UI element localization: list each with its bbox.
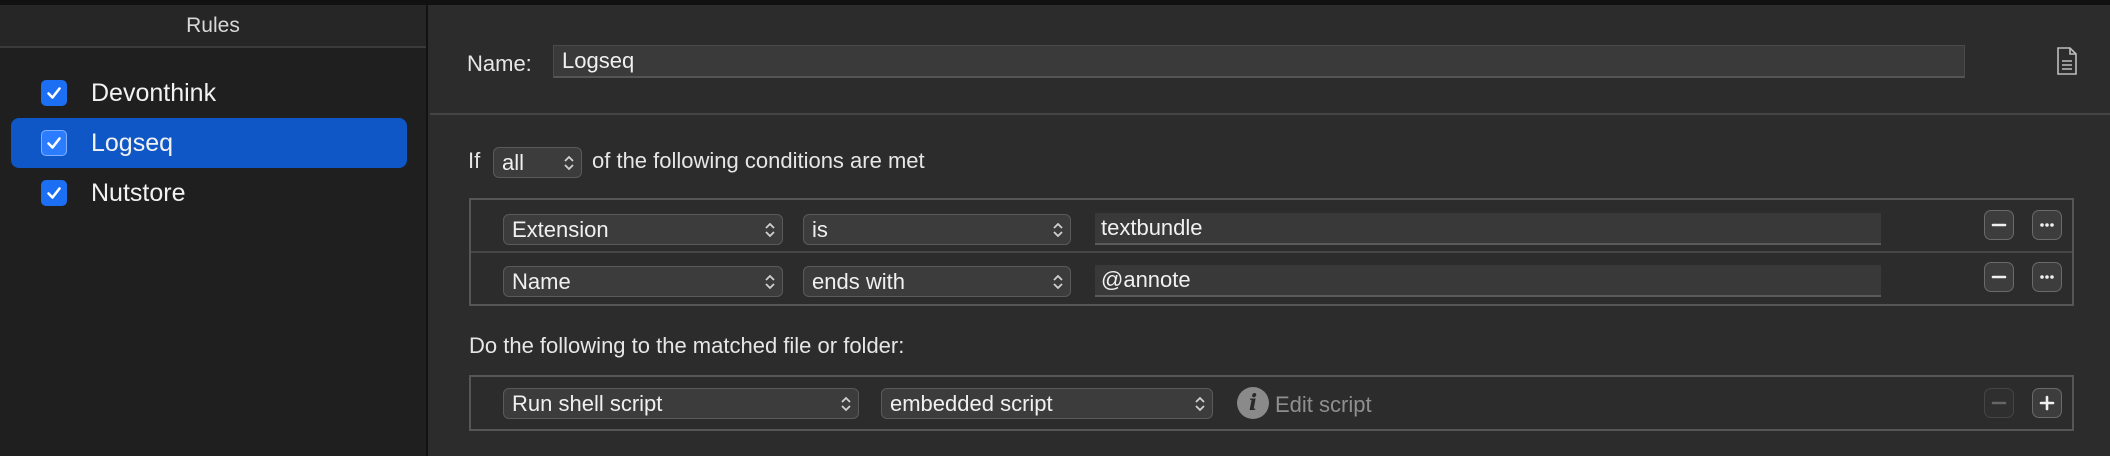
- conditions-prefix: If: [468, 148, 481, 173]
- updown-chevrons-icon: [765, 222, 775, 238]
- ellipsis-icon: [2040, 275, 2054, 279]
- rule-label: Devonthink: [91, 78, 217, 107]
- rule-label: Logseq: [91, 128, 174, 157]
- condition-operator-value: is: [812, 216, 828, 242]
- conditions-suffix: of the following conditions are met: [592, 148, 925, 173]
- minus-icon: [1991, 401, 2007, 405]
- remove-condition-button[interactable]: [1984, 210, 2014, 240]
- name-field[interactable]: Logseq: [553, 45, 1965, 78]
- more-condition-button[interactable]: [2032, 210, 2062, 240]
- checkmark-icon: [47, 187, 61, 199]
- actions-list: Run shell script embedded script i Edit …: [469, 375, 2074, 431]
- updown-chevrons-icon: [765, 274, 775, 290]
- rule-checkbox[interactable]: [41, 180, 67, 206]
- condition-attribute-value: Extension: [512, 216, 609, 242]
- condition-operator-popup[interactable]: ends with: [803, 266, 1071, 297]
- sidebar-header: Rules: [0, 5, 426, 48]
- updown-chevrons-icon: [841, 396, 851, 412]
- condition-operator-popup[interactable]: is: [803, 214, 1071, 245]
- condition-attribute-value: Name: [512, 268, 571, 294]
- rule-checkbox[interactable]: [41, 80, 67, 106]
- document-icon[interactable]: [2056, 47, 2078, 75]
- rules-sidebar: Rules Devonthink Logseq Nutstore: [0, 5, 428, 456]
- rule-item-logseq[interactable]: Logseq: [11, 118, 407, 168]
- add-action-button[interactable]: [2032, 388, 2062, 418]
- actions-label: Do the following to the matched file or …: [469, 333, 905, 358]
- more-condition-button[interactable]: [2032, 262, 2062, 292]
- script-source-popup[interactable]: embedded script: [881, 388, 1213, 419]
- rule-item-nutstore[interactable]: Nutstore: [11, 168, 407, 218]
- condition-value-field[interactable]: @annote: [1095, 265, 1881, 297]
- rule-checkbox[interactable]: [41, 130, 67, 156]
- updown-chevrons-icon: [1195, 396, 1205, 412]
- rule-editor: Name: Logseq If all of the following con…: [430, 5, 2110, 456]
- remove-condition-button[interactable]: [1984, 262, 2014, 292]
- condition-operator-value: ends with: [812, 268, 905, 294]
- edit-script-link[interactable]: Edit script: [1275, 392, 1372, 418]
- action-type-value: Run shell script: [512, 390, 663, 416]
- updown-chevrons-icon: [1053, 274, 1063, 290]
- condition-attribute-popup[interactable]: Name: [503, 266, 783, 297]
- condition-attribute-popup[interactable]: Extension: [503, 214, 783, 245]
- checkmark-icon: [47, 137, 61, 149]
- name-label: Name:: [467, 51, 532, 76]
- updown-chevrons-icon: [1053, 222, 1063, 238]
- row-divider: [471, 251, 2072, 253]
- minus-icon: [1991, 223, 2007, 227]
- ellipsis-icon: [2040, 223, 2054, 227]
- remove-action-button[interactable]: [1984, 388, 2014, 418]
- checkmark-icon: [47, 87, 61, 99]
- minus-icon: [1991, 275, 2007, 279]
- match-mode-value: all: [502, 149, 525, 175]
- info-icon[interactable]: i: [1237, 387, 1269, 419]
- rule-item-devonthink[interactable]: Devonthink: [11, 68, 407, 118]
- script-source-value: embedded script: [890, 390, 1053, 416]
- match-mode-popup[interactable]: all: [493, 147, 582, 178]
- name-section: Name: Logseq: [430, 5, 2110, 115]
- plus-icon: [2039, 395, 2055, 411]
- conditions-list: Extension is textbundle Name ends with @…: [469, 198, 2074, 306]
- updown-chevrons-icon: [564, 155, 574, 171]
- action-type-popup[interactable]: Run shell script: [503, 388, 859, 419]
- rule-label: Nutstore: [91, 178, 186, 207]
- rules-window: Rules Devonthink Logseq Nutstore Name: L…: [0, 0, 2110, 456]
- condition-value-field[interactable]: textbundle: [1095, 213, 1881, 245]
